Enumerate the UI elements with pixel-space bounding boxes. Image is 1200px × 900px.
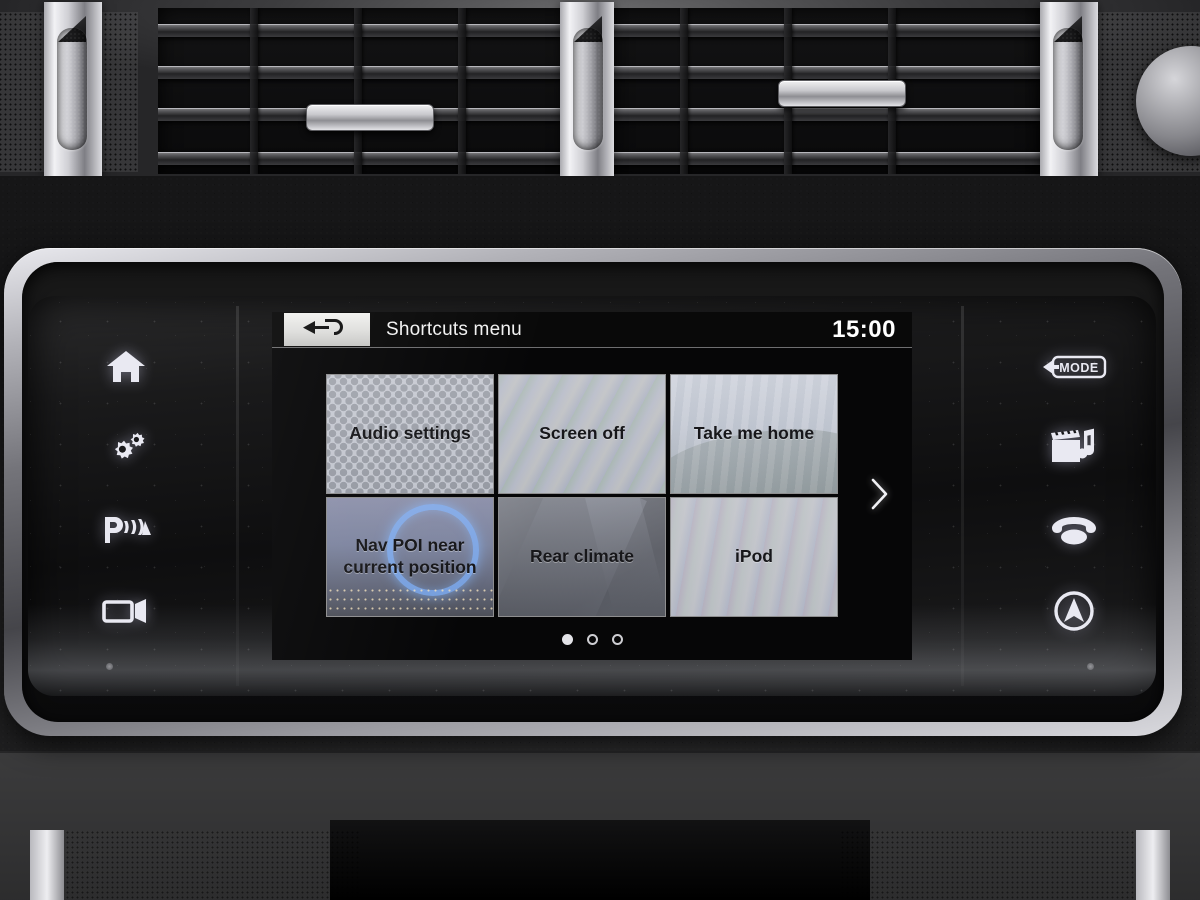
hard-key-column-right: MODE (976, 300, 1172, 692)
gears-settings-icon (102, 428, 150, 468)
panel-groove-left (236, 306, 239, 686)
clock: 15:00 (832, 315, 896, 343)
lower-vent-left (30, 830, 360, 900)
vehicle-settings-button[interactable] (89, 422, 163, 474)
tile-label: Take me home (693, 423, 815, 444)
navigation-button[interactable] (1037, 585, 1111, 637)
shortcut-tile-screen-off[interactable]: Screen off (498, 374, 666, 494)
vent-chrome-post-right (1040, 2, 1098, 178)
tile-label: Screen off (539, 423, 625, 444)
camera-icon (101, 595, 151, 627)
panel-indicator-dot-left (106, 663, 113, 670)
dashboard-vent-area (0, 0, 1200, 182)
media-button[interactable] (1037, 422, 1111, 474)
back-u-turn-arrow-icon (301, 315, 353, 344)
touchscreen-display[interactable]: Shortcuts menu 15:00 Audio settings Scre… (272, 312, 912, 660)
screen-topbar: Shortcuts menu 15:00 (272, 312, 912, 348)
shortcut-tile-nav-poi-near-current-position[interactable]: Nav POI near current position (326, 497, 494, 617)
mode-button[interactable]: MODE (1037, 341, 1111, 393)
vent-chrome-post-center (560, 2, 614, 178)
page-dot-1[interactable] (561, 633, 573, 645)
vent-slider-right[interactable] (778, 80, 906, 107)
telephone-icon (1048, 513, 1100, 547)
vent-chrome-post-left (44, 2, 102, 178)
camera-button[interactable] (89, 585, 163, 637)
shortcut-tile-ipod[interactable]: iPod (670, 497, 838, 617)
chevron-right-icon (868, 478, 890, 515)
page-dot-3[interactable] (611, 633, 623, 645)
infotainment-screenshot: MODE Shortcuts menu 15:00 Audio settings… (0, 0, 1200, 900)
shortcut-tile-take-me-home[interactable]: Take me home (670, 374, 838, 494)
screen-title: Shortcuts menu (386, 318, 522, 340)
tile-label: Rear climate (529, 546, 635, 567)
tile-label: Nav POI near current position (343, 535, 477, 577)
tile-label: iPod (735, 546, 773, 567)
center-tunnel-shadow (330, 820, 870, 900)
shortcut-tile-grid: Audio settings Screen off Take me home N… (272, 349, 912, 621)
page-indicator (272, 628, 912, 650)
back-button[interactable] (284, 313, 370, 346)
park-assist-button[interactable] (89, 504, 163, 556)
mode-badge-icon: MODE (1041, 354, 1107, 380)
vent-slider-left[interactable] (306, 104, 434, 131)
page-dot-2[interactable] (586, 633, 598, 645)
next-page-button[interactable] (868, 477, 890, 516)
home-icon (105, 348, 147, 386)
home-button[interactable] (89, 341, 163, 393)
panel-indicator-dot-right (1087, 663, 1094, 670)
media-clapper-note-icon (1048, 427, 1100, 469)
hard-key-column-left (28, 300, 224, 692)
air-vent-left[interactable] (158, 8, 588, 174)
air-vent-right[interactable] (610, 8, 1040, 174)
lower-vent-right (840, 830, 1170, 900)
parking-sensor-icon (100, 513, 152, 547)
navigation-arrow-icon (1052, 589, 1096, 633)
shortcut-tile-audio-settings[interactable]: Audio settings (326, 374, 494, 494)
tile-label: Audio settings (349, 423, 471, 444)
shortcut-tile-rear-climate[interactable]: Rear climate (498, 497, 666, 617)
svg-text:MODE: MODE (1059, 361, 1099, 375)
phone-button[interactable] (1037, 504, 1111, 556)
panel-groove-right (961, 306, 964, 686)
